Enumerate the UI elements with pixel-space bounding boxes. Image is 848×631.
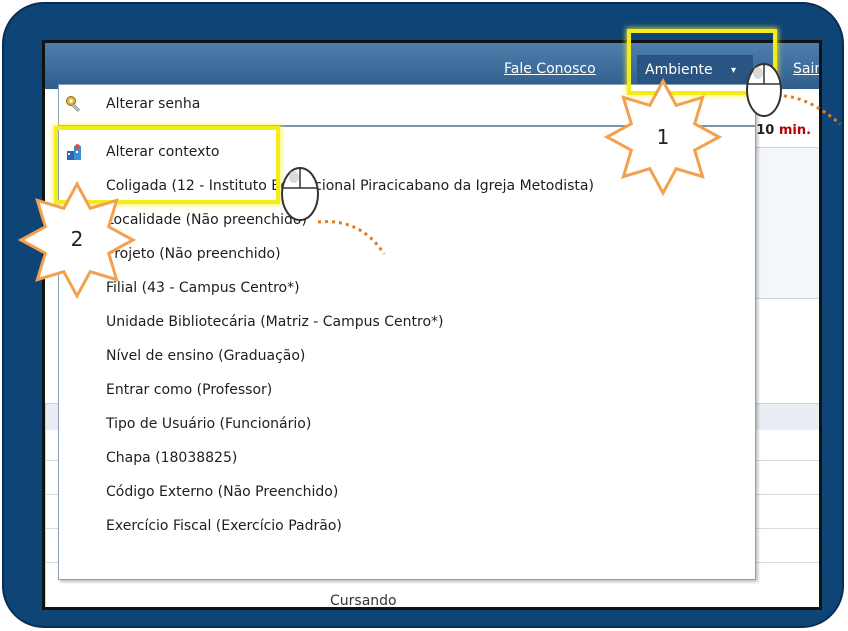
context-item-exercicio-fiscal[interactable]: Exercício Fiscal (Exercício Padrão) — [59, 509, 755, 543]
step-badge-1-number: 1 — [656, 125, 670, 149]
menu-item-label: Exercício Fiscal (Exercício Padrão) — [106, 518, 342, 534]
menu-item-label: Código Externo (Não Preenchido) — [106, 484, 339, 500]
context-item-unidade-bibliotecaria[interactable]: Unidade Bibliotecária (Matriz - Campus C… — [59, 305, 755, 339]
mouse-click-icon — [746, 63, 841, 126]
context-item-nivel-de-ensino[interactable]: Nível de ensino (Graduação) — [59, 339, 755, 373]
key-icon — [66, 96, 80, 112]
menu-item-label: Unidade Bibliotecária (Matriz - Campus C… — [106, 314, 444, 330]
context-item-projeto[interactable]: Projeto (Não preenchido) — [59, 237, 755, 271]
menu-item-label: Tipo de Usuário (Funcionário) — [106, 416, 312, 432]
context-item-localidade[interactable]: Localidade (Não preenchido) — [59, 203, 755, 237]
context-item-chapa[interactable]: Chapa (18038825) — [59, 441, 755, 475]
background-panel — [750, 147, 819, 299]
menu-item-label: Entrar como (Professor) — [106, 382, 273, 398]
context-item-tipo-de-usuario[interactable]: Tipo de Usuário (Funcionário) — [59, 407, 755, 441]
context-item-entrar-como[interactable]: Entrar como (Professor) — [59, 373, 755, 407]
mouse-click-icon — [281, 167, 386, 255]
context-item-codigo-externo[interactable]: Código Externo (Não Preenchido) — [59, 475, 755, 509]
step-badge-2-number: 2 — [70, 227, 84, 251]
menu-item-label: Nível de ensino (Graduação) — [106, 348, 306, 364]
fale-conosco-link[interactable]: Fale Conosco — [504, 61, 596, 77]
menu-item-label: Alterar senha — [106, 96, 201, 112]
status-text: Cursando — [330, 593, 397, 609]
menu-item-label: Chapa (18038825) — [106, 450, 238, 466]
context-item-filial[interactable]: Filial (43 - Campus Centro*) — [59, 271, 755, 305]
